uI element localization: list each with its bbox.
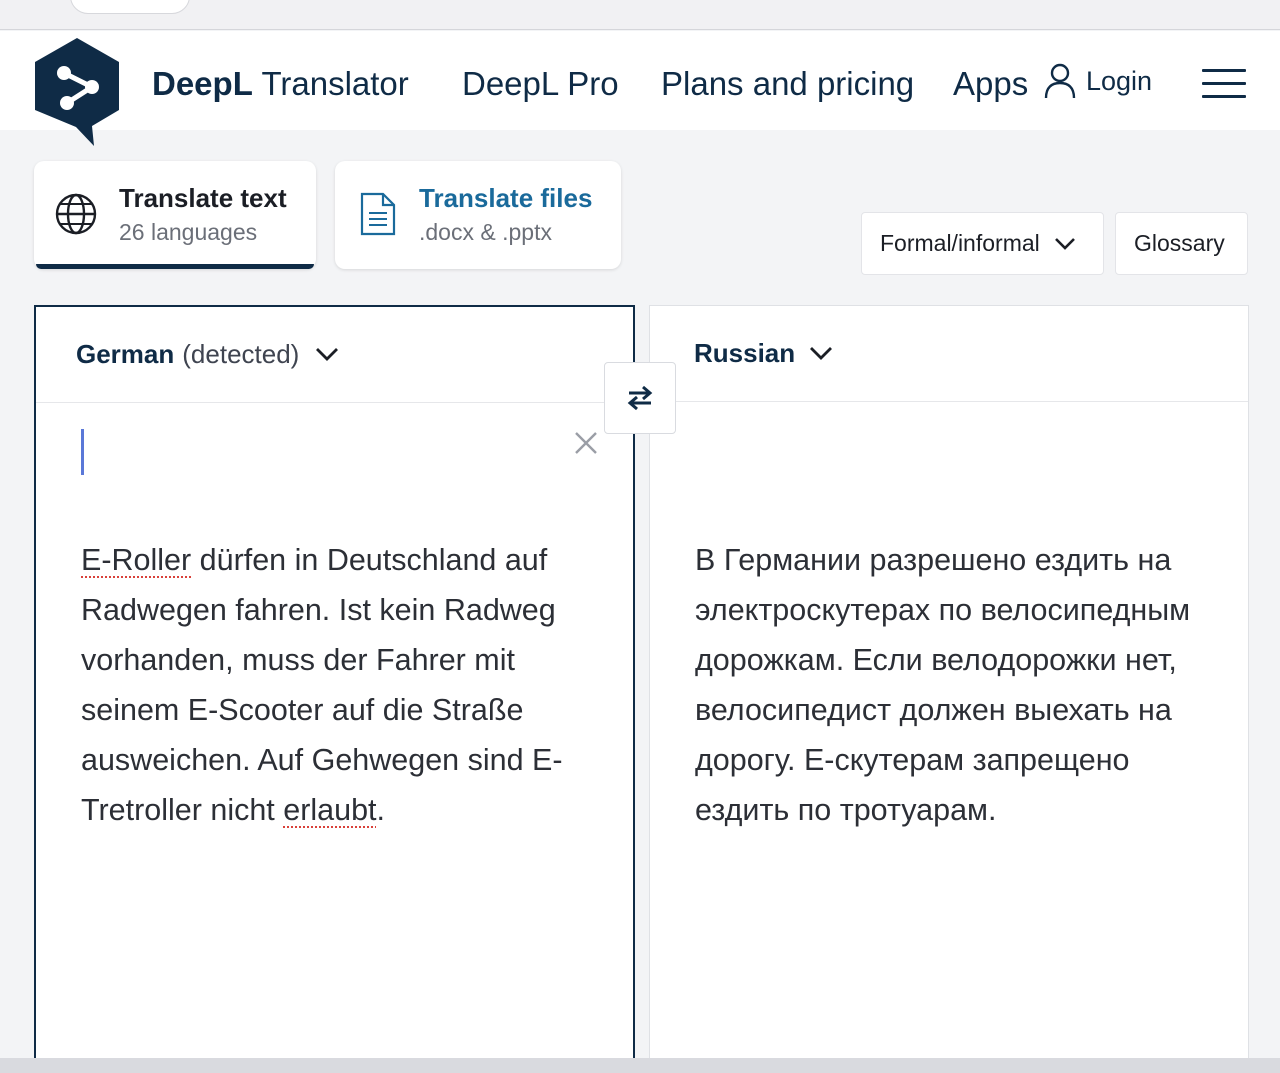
tab-translate-files-subtitle: .docx & .pptx <box>419 219 552 245</box>
brand-name: DeepL <box>152 65 253 102</box>
document-icon <box>360 192 396 236</box>
translation-output[interactable]: В Германии разрешено ездить на электроск… <box>695 535 1215 835</box>
active-tab-indicator <box>36 264 314 269</box>
bottom-scroll-strip <box>0 1058 1280 1073</box>
misspelled-word[interactable]: E-Roller <box>81 543 191 577</box>
login-button[interactable]: Login <box>1044 61 1152 101</box>
site-header: DeepL Translator DeepL Pro Plans and pri… <box>0 31 1280 146</box>
deepl-logo-icon[interactable] <box>32 37 122 147</box>
source-panel: German (detected) E-Roller dürfen in Deu… <box>34 305 635 1073</box>
text-cursor <box>81 429 84 475</box>
source-language-selector[interactable]: German (detected) <box>76 339 339 370</box>
misspelled-word[interactable]: erlaubt <box>283 793 376 827</box>
chevron-down-icon <box>1054 237 1075 250</box>
formality-label: Formal/informal <box>880 230 1040 256</box>
source-text-segment: . <box>376 793 386 827</box>
target-language-selector[interactable]: Russian <box>694 338 833 369</box>
swap-languages-button[interactable] <box>604 362 676 434</box>
formality-dropdown[interactable]: Formal/informal <box>861 212 1104 275</box>
source-text-input[interactable]: E-Roller dürfen in Deutschland auf Radwe… <box>81 535 601 835</box>
browser-tab-pill[interactable] <box>70 0 190 14</box>
target-panel: Russian В Германии разрешено ездить на э… <box>649 305 1249 1073</box>
tab-translate-text[interactable]: Translate text 26 languages <box>34 161 316 269</box>
target-language-name: Russian <box>694 338 796 368</box>
brand-suffix: Translator <box>261 65 409 102</box>
browser-top-strip <box>0 0 1280 30</box>
source-language-name: German <box>76 339 175 369</box>
target-language-bar: Russian <box>650 306 1248 402</box>
tab-translate-files[interactable]: Translate files .docx & .pptx <box>335 161 621 269</box>
brand-title[interactable]: DeepL Translator <box>152 65 409 103</box>
glossary-label: Glossary <box>1134 230 1225 256</box>
clear-text-icon[interactable] <box>572 429 600 457</box>
source-language-bar: German (detected) <box>36 307 633 403</box>
login-label: Login <box>1086 65 1153 96</box>
source-text-segment: dürfen in Deutschland auf Radwegen fahre… <box>81 543 563 827</box>
chevron-down-icon <box>316 348 339 361</box>
chevron-down-icon <box>810 347 833 360</box>
tab-translate-files-title: Translate files <box>419 183 593 213</box>
hamburger-menu-icon[interactable] <box>1202 69 1246 99</box>
tab-translate-text-subtitle: 26 languages <box>119 219 258 245</box>
glossary-button[interactable]: Glossary <box>1115 212 1248 275</box>
nav-apps[interactable]: Apps <box>953 65 1028 103</box>
nav-deepl-pro[interactable]: DeepL Pro <box>462 65 619 103</box>
swap-arrows-icon <box>627 385 653 411</box>
tab-translate-text-title: Translate text <box>119 183 287 213</box>
nav-plans-pricing[interactable]: Plans and pricing <box>661 65 914 103</box>
detected-note: (detected) <box>182 339 300 369</box>
globe-icon <box>55 193 97 235</box>
user-icon <box>1044 63 1076 99</box>
